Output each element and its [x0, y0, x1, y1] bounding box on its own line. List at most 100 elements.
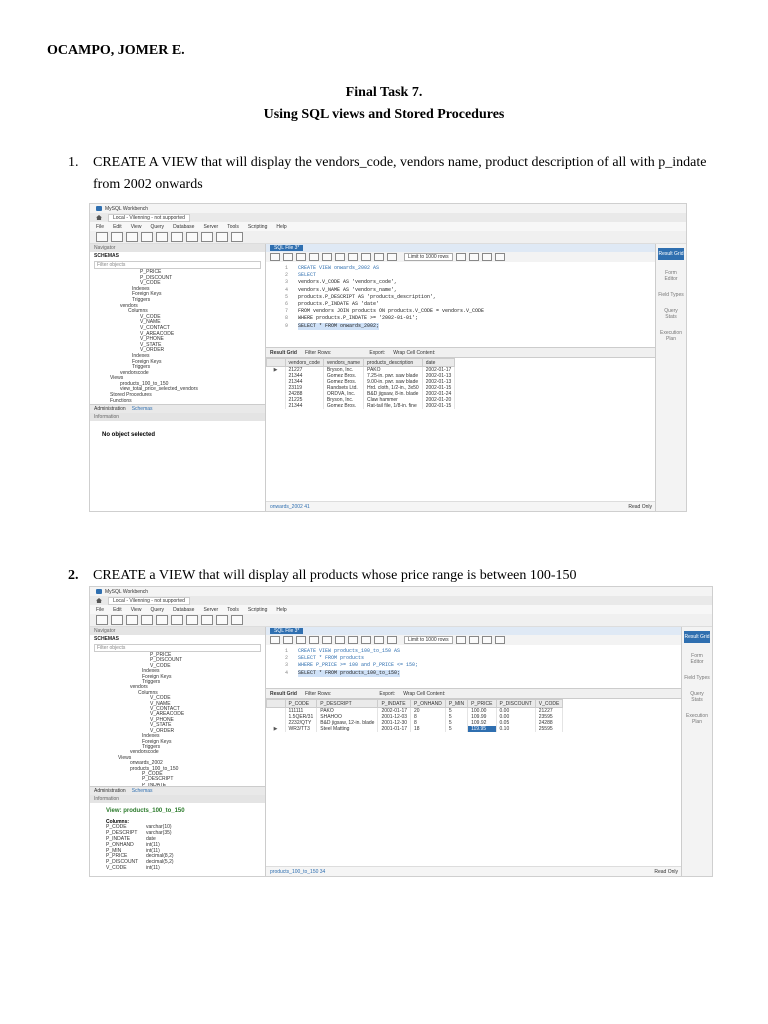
wrap-lines-icon[interactable]	[494, 253, 505, 261]
cell[interactable]: Gomez Bros.	[323, 403, 365, 409]
open-sql-icon[interactable]	[111, 232, 123, 242]
cell[interactable]: Rat-tail file, 1/8-in. fine	[363, 403, 423, 409]
menu-query[interactable]: Query	[150, 607, 164, 613]
sql-file-tab[interactable]: SQL File 3*	[270, 628, 304, 634]
side-form-editor[interactable]: Form Editor	[658, 270, 684, 282]
create-procedure-icon[interactable]	[186, 615, 198, 625]
side-query-stats[interactable]: Query Stats	[684, 691, 710, 703]
save-icon[interactable]	[283, 636, 293, 644]
inspector-icon[interactable]	[126, 615, 138, 625]
side-form-editor[interactable]: Form Editor	[684, 653, 710, 665]
result-tab[interactable]: onwards_2002 41	[270, 504, 310, 510]
create-function-icon[interactable]	[201, 615, 213, 625]
filter-rows-label[interactable]: Filter Rows:	[305, 350, 331, 356]
menu-help[interactable]: Help	[276, 607, 286, 613]
cell[interactable]: WR3/TT3	[285, 726, 318, 732]
open-file-icon[interactable]	[270, 253, 280, 261]
inspector-icon[interactable]	[126, 232, 138, 242]
filter-objects-input[interactable]: Filter objects	[94, 644, 261, 652]
beautify-icon[interactable]	[455, 253, 466, 261]
rollback-icon[interactable]	[374, 253, 384, 261]
create-schema-icon[interactable]	[141, 615, 153, 625]
filter-objects-input[interactable]: Filter objects	[94, 261, 261, 269]
tab-schemas[interactable]: Schemas	[132, 788, 153, 794]
cell[interactable]: 2002-01-15	[422, 403, 456, 409]
menu-help[interactable]: Help	[276, 224, 286, 230]
menu-server[interactable]: Server	[203, 607, 218, 613]
column-header[interactable]: P_CODE	[284, 699, 318, 708]
explain-icon[interactable]	[322, 253, 332, 261]
column-header[interactable]: P_ONHAND	[410, 699, 446, 708]
menu-scripting[interactable]: Scripting	[248, 224, 267, 230]
find-icon[interactable]	[468, 636, 479, 644]
wrap-content-label[interactable]: Wrap Cell Content:	[393, 350, 435, 356]
create-table-icon[interactable]	[156, 232, 168, 242]
beautify-icon[interactable]	[455, 636, 466, 644]
create-table-icon[interactable]	[156, 615, 168, 625]
column-header[interactable]: date	[421, 358, 456, 367]
autocommit-icon[interactable]	[387, 253, 397, 261]
column-header[interactable]: products_description	[363, 358, 423, 367]
menu-tools[interactable]: Tools	[227, 224, 239, 230]
wrap-content-label[interactable]: Wrap Cell Content:	[403, 691, 445, 697]
column-header[interactable]: vendors_code	[284, 358, 324, 367]
menu-view[interactable]: View	[131, 607, 142, 613]
reconnect-icon[interactable]	[231, 615, 243, 625]
result-tab[interactable]: products_100_to_150 34	[270, 869, 325, 875]
menu-file[interactable]: File	[96, 224, 104, 230]
result-grid-label[interactable]: Result Grid	[270, 691, 297, 697]
menu-file[interactable]: File	[96, 607, 104, 613]
side-field-types[interactable]: Field Types	[658, 292, 684, 298]
autocommit-icon[interactable]	[387, 636, 397, 644]
new-sql-tab-icon[interactable]	[96, 232, 108, 242]
execute-current-icon[interactable]	[309, 253, 319, 261]
create-procedure-icon[interactable]	[186, 232, 198, 242]
invisible-chars-icon[interactable]	[481, 253, 492, 261]
home-icon[interactable]	[96, 215, 102, 220]
search-table-icon[interactable]	[216, 232, 228, 242]
sql-file-tab[interactable]: SQL File 3*	[270, 245, 304, 251]
side-result-grid[interactable]: Result Grid	[684, 631, 710, 643]
column-header[interactable]: P_DESCRIPT	[316, 699, 379, 708]
export-label[interactable]: Export:	[369, 350, 385, 356]
column-header[interactable]: vendors_name	[322, 358, 365, 367]
side-result-grid[interactable]: Result Grid	[658, 248, 684, 260]
menu-edit[interactable]: Edit	[113, 607, 122, 613]
tab-administration[interactable]: Administration	[94, 406, 126, 412]
open-sql-icon[interactable]	[111, 615, 123, 625]
execute-icon[interactable]	[296, 636, 306, 644]
column-header[interactable]: P_DISCOUNT	[495, 699, 536, 708]
cell[interactable]: Steel Matting	[316, 726, 379, 732]
connection-tab[interactable]: Local - Vilenning - not supported	[108, 213, 190, 222]
cell[interactable]: 2001-01-17	[377, 726, 412, 732]
invisible-chars-icon[interactable]	[481, 636, 492, 644]
column-header[interactable]: P_PRICE	[467, 699, 497, 708]
tab-administration[interactable]: Administration	[94, 788, 126, 794]
new-sql-tab-icon[interactable]	[96, 615, 108, 625]
stop-icon[interactable]	[335, 636, 345, 644]
cell[interactable]: 0.10	[496, 726, 536, 732]
open-file-icon[interactable]	[270, 636, 280, 644]
menu-database[interactable]: Database	[173, 224, 194, 230]
menu-server[interactable]: Server	[203, 224, 218, 230]
export-label[interactable]: Export:	[379, 691, 395, 697]
commit-icon[interactable]	[361, 636, 371, 644]
create-view-icon[interactable]	[171, 615, 183, 625]
cell[interactable]: 25595	[535, 726, 564, 732]
sql-editor[interactable]: 1 CREATE VIEW products_100_to_150 AS 2 SEL…	[266, 645, 682, 689]
menu-scripting[interactable]: Scripting	[248, 607, 267, 613]
menu-edit[interactable]: Edit	[113, 224, 122, 230]
create-function-icon[interactable]	[201, 232, 213, 242]
limit-rows-select[interactable]: Limit to 1000 rows	[404, 253, 453, 261]
result-grid-label[interactable]: Result Grid	[270, 350, 297, 356]
tab-schemas[interactable]: Schemas	[132, 406, 153, 412]
toggle-continue-icon[interactable]	[348, 253, 358, 261]
wrap-lines-icon[interactable]	[494, 636, 505, 644]
execute-icon[interactable]	[296, 253, 306, 261]
cell[interactable]: 21344	[285, 403, 324, 409]
create-view-icon[interactable]	[171, 232, 183, 242]
save-icon[interactable]	[283, 253, 293, 261]
reconnect-icon[interactable]	[231, 232, 243, 242]
cell[interactable]: 5	[445, 726, 469, 732]
stop-icon[interactable]	[335, 253, 345, 261]
